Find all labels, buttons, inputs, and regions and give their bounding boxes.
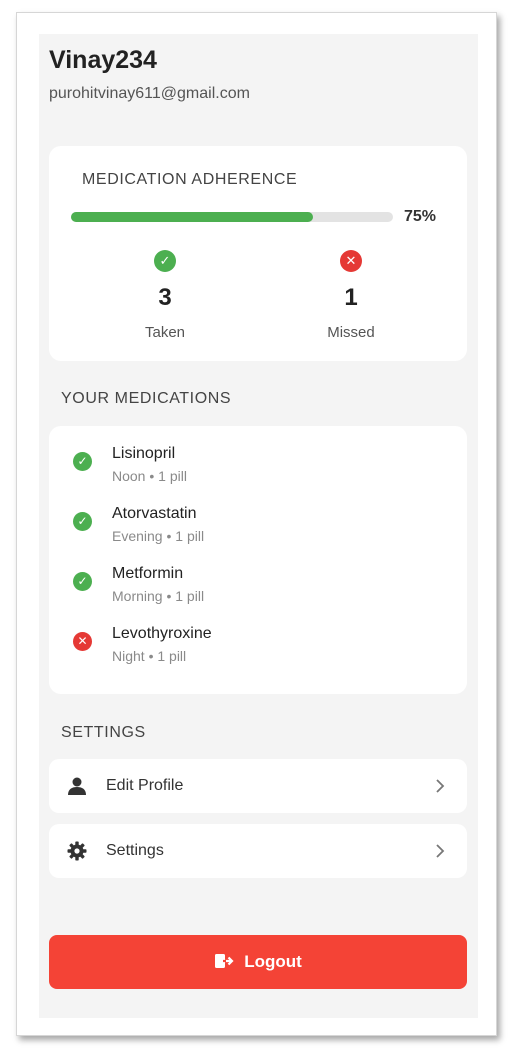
adherence-card: MEDICATION ADHERENCE 75% ✓ 3 Taken ✕ 1 M…	[49, 146, 467, 361]
medications-section-title: YOUR MEDICATIONS	[61, 390, 232, 407]
medication-detail: Evening • 1 pill	[112, 528, 205, 544]
person-icon	[68, 777, 86, 795]
check-circle-icon: ✓	[73, 572, 92, 591]
check-circle-icon: ✓	[73, 512, 92, 531]
settings-section-title: SETTINGS	[61, 724, 146, 741]
missed-label: Missed	[327, 324, 375, 341]
gear-icon	[67, 841, 87, 861]
chevron-right-icon	[436, 844, 445, 858]
edit-profile-label: Edit Profile	[106, 777, 184, 794]
profile-email: purohitvinay611@gmail.com	[49, 85, 250, 102]
medication-name: Atorvastatin	[112, 505, 197, 522]
logout-icon	[215, 954, 234, 968]
profile-screen: Vinay234 purohitvinay611@gmail.com MEDIC…	[39, 34, 478, 1018]
edit-profile-button[interactable]: Edit Profile	[49, 759, 467, 813]
adherence-progress-fill	[71, 212, 313, 222]
medication-name: Metformin	[112, 565, 184, 582]
adherence-percent: 75%	[404, 208, 437, 225]
check-circle-icon: ✓	[154, 250, 176, 272]
x-circle-icon: ✕	[73, 632, 92, 651]
adherence-progress-bar	[71, 212, 393, 222]
missed-stat: ✕ 1 Missed	[291, 250, 411, 341]
medications-card: ✓ Lisinopril Noon • 1 pill ✓ Atorvastati…	[49, 426, 467, 694]
missed-count: 1	[344, 284, 358, 311]
check-circle-icon: ✓	[73, 452, 92, 471]
medication-detail: Night • 1 pill	[112, 648, 187, 664]
medication-detail: Morning • 1 pill	[112, 588, 205, 604]
taken-count: 3	[158, 284, 172, 311]
settings-label: Settings	[106, 842, 164, 859]
profile-username: Vinay234	[49, 46, 157, 74]
medication-name: Levothyroxine	[112, 625, 212, 642]
medication-name: Lisinopril	[112, 445, 176, 462]
device-frame: Vinay234 purohitvinay611@gmail.com MEDIC…	[16, 12, 497, 1036]
taken-stat: ✓ 3 Taken	[105, 250, 225, 341]
chevron-right-icon	[436, 779, 445, 793]
settings-button[interactable]: Settings	[49, 824, 467, 878]
logout-label: Logout	[244, 952, 302, 971]
medication-detail: Noon • 1 pill	[112, 468, 187, 484]
logout-button[interactable]: Logout	[49, 935, 467, 989]
x-circle-icon: ✕	[340, 250, 362, 272]
taken-label: Taken	[144, 324, 186, 341]
adherence-title: MEDICATION ADHERENCE	[82, 171, 298, 188]
